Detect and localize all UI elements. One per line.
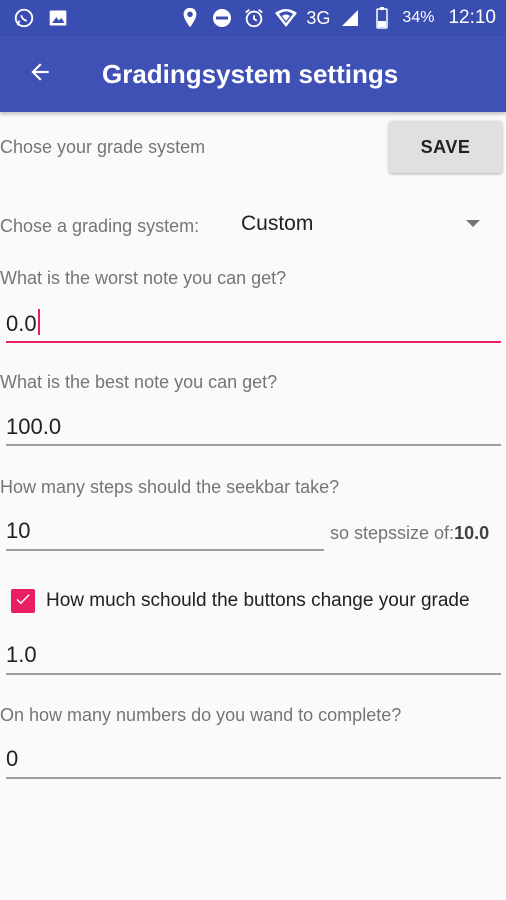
- buttons-change-checkbox[interactable]: [11, 589, 35, 613]
- worst-note-value: 0.0: [6, 311, 37, 336]
- battery-icon: [370, 6, 394, 30]
- signal-icon: [338, 6, 362, 30]
- best-note-label: What is the best note you can get?: [0, 372, 278, 392]
- best-note-input[interactable]: 100.0: [6, 414, 61, 440]
- text-cursor: [37, 309, 40, 335]
- complete-input[interactable]: 0: [6, 746, 18, 772]
- worst-note-underline: [6, 341, 501, 343]
- status-bar: 3G 34% 12:10: [0, 0, 506, 36]
- grading-system-label: Chose a grading system:: [0, 216, 200, 236]
- page-title: Gradingsystem settings: [102, 58, 399, 89]
- steps-underline: [6, 549, 324, 551]
- worst-note-label: What is the worst note you can get?: [0, 268, 287, 288]
- location-icon: [178, 6, 202, 30]
- buttons-change-label[interactable]: How much schould the buttons change your…: [46, 590, 470, 612]
- arrow-back-icon: [27, 59, 53, 90]
- image-icon: [46, 6, 70, 30]
- buttons-change-input[interactable]: 1.0: [6, 642, 37, 668]
- whatsapp-icon: [12, 6, 36, 30]
- dropdown-arrow-icon[interactable]: [466, 220, 480, 227]
- stepsize-value: 10.0: [454, 523, 490, 543]
- section-label: Chose your grade system: [0, 137, 206, 157]
- alarm-icon: [242, 6, 266, 30]
- complete-label: On how many numbers do you wand to compl…: [0, 705, 402, 725]
- complete-underline: [6, 777, 501, 779]
- app-bar: Gradingsystem settings: [0, 36, 506, 112]
- stepsize-text: so stepssize of:10.0: [330, 523, 489, 544]
- worst-note-input[interactable]: 0.0: [6, 309, 40, 337]
- clock: 12:10: [448, 7, 496, 28]
- steps-input[interactable]: 10: [6, 518, 30, 544]
- stepsize-prefix: so stepssize of:: [330, 523, 455, 543]
- battery-percent: 34%: [402, 9, 435, 26]
- network-type: 3G: [306, 7, 331, 28]
- wifi-icon: [274, 6, 298, 30]
- save-button[interactable]: SAVE: [389, 121, 502, 173]
- back-button[interactable]: [0, 36, 80, 112]
- grading-system-spinner[interactable]: Custom: [241, 212, 313, 236]
- checkmark-icon: [14, 590, 32, 613]
- best-note-underline: [6, 444, 501, 446]
- steps-label: How many steps should the seekbar take?: [0, 477, 340, 497]
- buttons-change-underline: [6, 673, 501, 675]
- do-not-disturb-icon: [210, 6, 234, 30]
